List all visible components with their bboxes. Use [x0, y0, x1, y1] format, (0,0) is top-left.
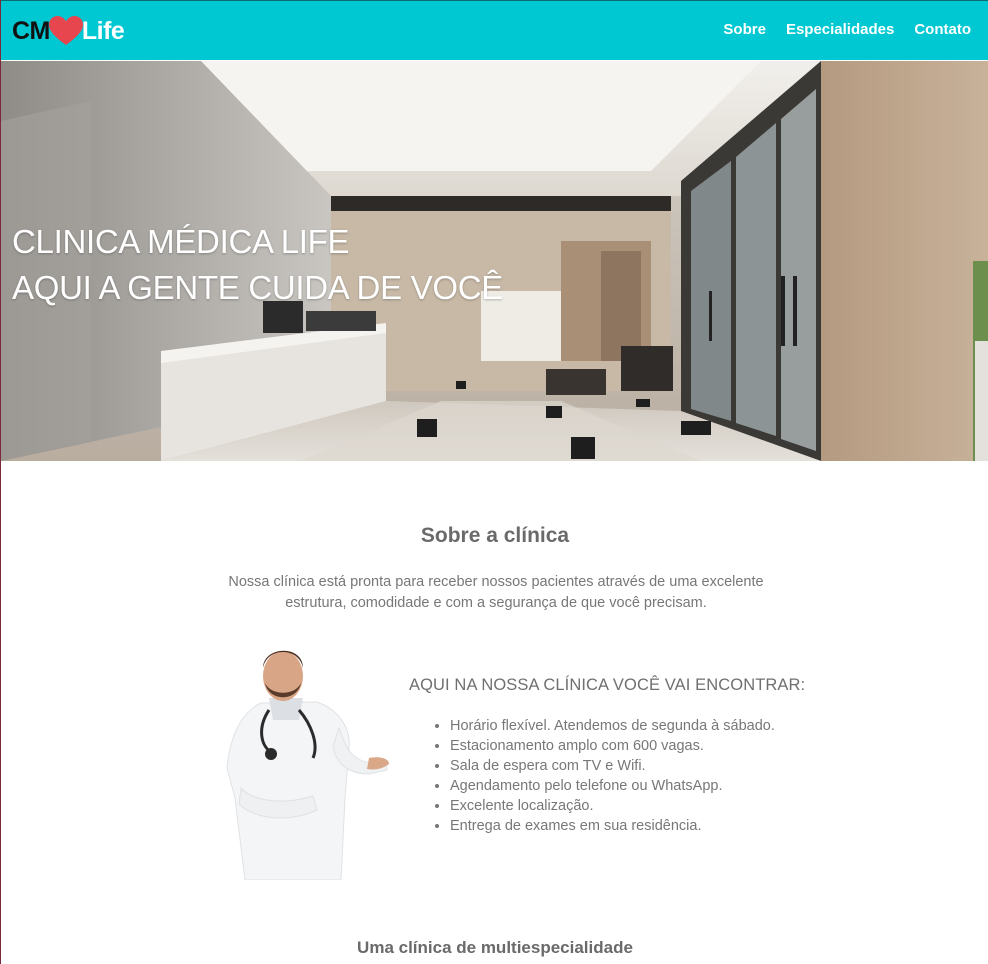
heart-icon [48, 16, 83, 45]
hero-line-2: AQUI A GENTE CUIDA DE VOCÊ [12, 269, 503, 306]
specialties-title: Uma clínica de multiespecialidade [357, 938, 633, 957]
top-navbar: CM Life Sobre Especialidades Contato [1, 0, 988, 60]
feature-item: Entrega de exames em sua residência. [450, 816, 775, 836]
feature-item: Horário flexível. Atendemos de segunda à… [450, 716, 775, 736]
logo-text-cm: CM [12, 16, 50, 45]
logo-text-life: Life [81, 16, 125, 45]
nav-link-contato[interactable]: Contato [914, 21, 971, 38]
about-title: Sobre a clínica [420, 524, 570, 547]
nav-link-sobre[interactable]: Sobre [723, 21, 766, 38]
hero-heading: CLINICA MÉDICA LIFE AQUI A GENTE CUIDA D… [12, 219, 503, 311]
nav-link-especialidades[interactable]: Especialidades [786, 21, 894, 38]
feature-item: Estacionamento amplo com 600 vagas. [450, 736, 775, 756]
feature-item: Excelente localização. [450, 796, 775, 816]
site-logo[interactable]: CM Life [12, 15, 125, 47]
doctor-image [226, 650, 389, 880]
features-list: Horário flexível. Atendemos de segunda à… [450, 716, 775, 836]
features-heading: AQUI NA NOSSA CLÍNICA VOCÊ VAI ENCONTRAR… [409, 676, 806, 694]
feature-item: Sala de espera com TV e Wifi. [450, 756, 775, 776]
main-nav: Sobre Especialidades Contato [723, 21, 971, 38]
feature-item: Agendamento pelo telefone ou WhatsApp. [450, 776, 775, 796]
hero-banner: CLINICA MÉDICA LIFE AQUI A GENTE CUIDA D… [1, 61, 988, 461]
hero-line-1: CLINICA MÉDICA LIFE [12, 223, 350, 260]
about-description: Nossa clínica está pronta para receber n… [228, 574, 764, 611]
